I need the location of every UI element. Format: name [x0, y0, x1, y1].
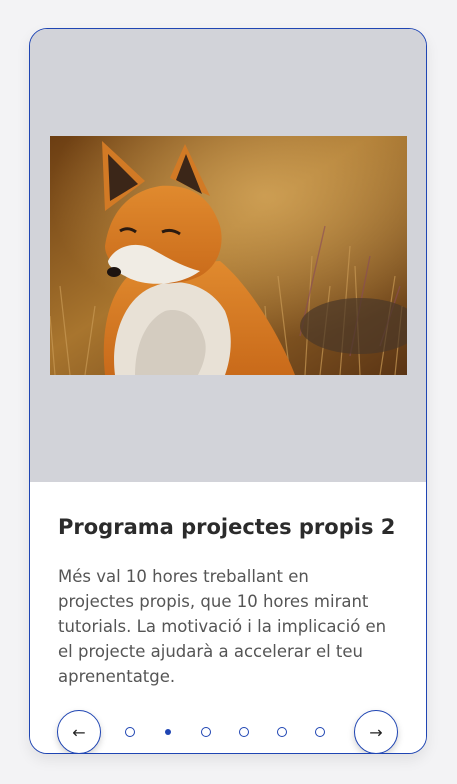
- media-area: [30, 29, 426, 482]
- previous-button[interactable]: ←: [57, 710, 101, 753]
- pagination-dot-5[interactable]: [277, 727, 287, 737]
- card-title: Programa projectes propis 2: [58, 515, 396, 539]
- card-content: Programa projectes propis 2 Més val 10 h…: [30, 482, 426, 753]
- pagination-dot-3[interactable]: [201, 727, 211, 737]
- pagination-dot-6[interactable]: [315, 727, 325, 737]
- pagination-dot-1[interactable]: [125, 727, 135, 737]
- fox-photo: [50, 136, 407, 375]
- arrow-left-icon: ←: [72, 722, 86, 742]
- next-button[interactable]: →: [354, 710, 398, 753]
- carousel-card: Programa projectes propis 2 Més val 10 h…: [29, 28, 427, 754]
- pagination-dots: [125, 727, 335, 739]
- card-description: Més val 10 hores treballant en projectes…: [58, 567, 387, 686]
- pagination-dot-4[interactable]: [239, 727, 249, 737]
- pagination-dot-2-active[interactable]: [165, 729, 171, 735]
- arrow-right-icon: →: [369, 722, 383, 742]
